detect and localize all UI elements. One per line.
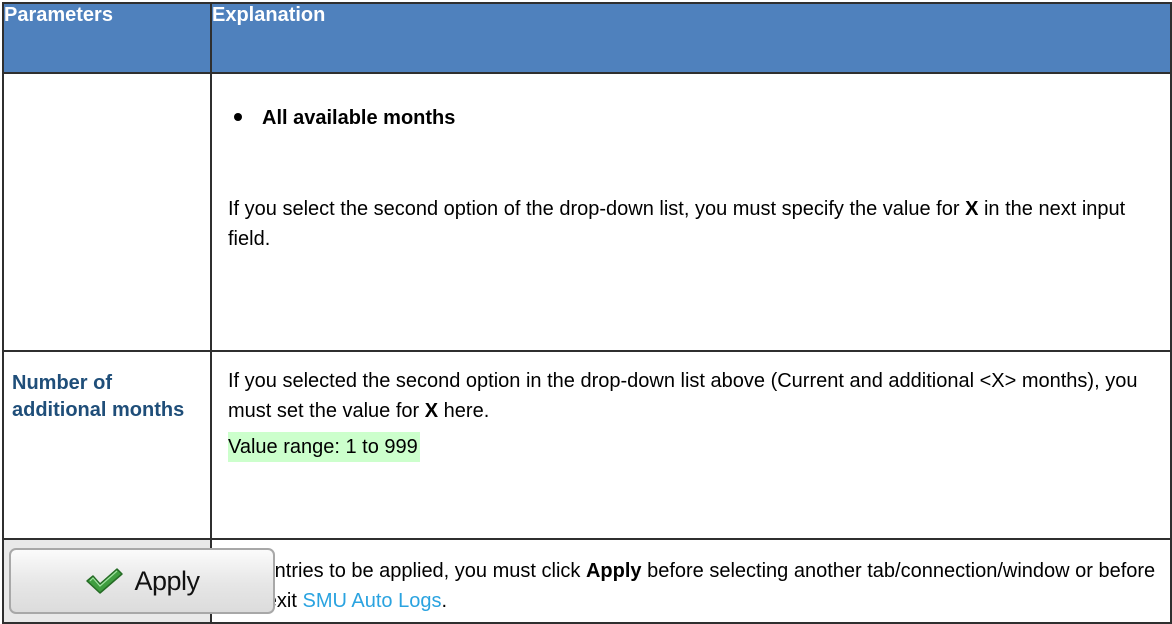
table-row: Apply For entries to be applied, you mus…	[2, 538, 1172, 624]
explanation-text: If you selected the second option in the…	[228, 366, 1156, 426]
header-explanation: Explanation	[210, 2, 1172, 74]
value-range: Value range: 1 to 999	[228, 432, 420, 462]
text-segment: If you select the second option of the d…	[228, 198, 966, 220]
table-header-row: Parameters Explanation	[2, 2, 1172, 74]
table-row: Number of additional months If you selec…	[2, 350, 1172, 540]
table-row: All available months If you select the s…	[2, 72, 1172, 352]
bold-term: X	[965, 198, 979, 220]
parameter-name: Number of additional months	[12, 372, 185, 421]
smu-auto-logs-link[interactable]: SMU Auto Logs	[302, 590, 441, 612]
button-image: Apply	[4, 540, 275, 622]
text-segment: here.	[438, 400, 490, 422]
bold-term: X	[424, 400, 439, 422]
explanation-cell: For entries to be applied, you must clic…	[210, 538, 1172, 624]
bullet-text: All available months	[262, 107, 456, 129]
explanation-text: For entries to be applied, you must clic…	[228, 556, 1156, 616]
parameters-table: Parameters Explanation All available mon…	[2, 2, 1172, 624]
apply-button[interactable]: Apply	[9, 548, 275, 614]
bold-term: Apply	[585, 560, 642, 582]
bullet-icon	[234, 113, 242, 121]
apply-button-label: Apply	[134, 565, 200, 596]
explanation-cell: All available months If you select the s…	[210, 72, 1172, 352]
text-segment: .	[441, 590, 448, 612]
explanation-cell: If you selected the second option in the…	[210, 350, 1172, 540]
parameter-cell: Number of additional months	[2, 350, 212, 540]
explanation-text: If you select the second option of the d…	[228, 194, 1156, 254]
list-item: All available months	[228, 107, 1156, 130]
header-parameters: Parameters	[2, 2, 212, 74]
checkmark-icon	[84, 566, 124, 596]
text-segment: If you selected the second option in the…	[228, 370, 1138, 422]
parameter-cell: Apply	[2, 538, 275, 624]
parameter-cell	[2, 72, 212, 352]
text-segment: For entries to be applied, you must clic…	[228, 560, 586, 582]
